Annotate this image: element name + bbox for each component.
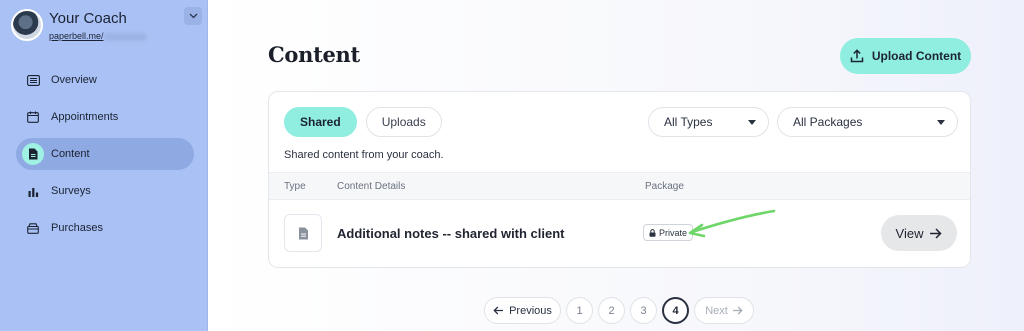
arrow-right-icon <box>732 306 743 315</box>
sidebar: Your Coach paperbell.me/ Overview Appoin… <box>0 0 208 331</box>
sidebar-item-label: Purchases <box>51 222 103 234</box>
upload-icon <box>850 49 864 63</box>
content-description: Shared content from your coach. <box>284 149 444 161</box>
page-button-3[interactable]: 3 <box>630 297 657 324</box>
view-button[interactable]: View <box>881 215 957 251</box>
brand[interactable]: Your Coach paperbell.me/ <box>11 9 146 41</box>
view-button-label: View <box>895 225 924 241</box>
page-button-2[interactable]: 2 <box>598 297 625 324</box>
table-row: Additional notes -- shared with client P… <box>269 200 970 267</box>
sidebar-nav: Overview Appointments Content Surveys Pu… <box>16 64 194 249</box>
sidebar-item-overview[interactable]: Overview <box>16 64 194 96</box>
pagination: Previous 1 2 3 4 Next <box>484 297 754 324</box>
upload-content-button[interactable]: Upload Content <box>840 38 971 74</box>
table-header: Type Content Details Package <box>269 172 970 200</box>
list-icon <box>26 73 40 87</box>
content-card: Shared Uploads All Types All Packages Sh… <box>268 91 971 268</box>
column-header-details: Content Details <box>337 181 406 192</box>
upload-content-label: Upload Content <box>871 49 962 63</box>
main-content: Content Upload Content Shared Uploads Al… <box>208 0 1024 331</box>
redacted-blur <box>103 32 146 41</box>
type-filter-select[interactable]: All Types <box>648 107 769 137</box>
brand-url[interactable]: paperbell.me/ <box>49 31 146 41</box>
content-title: Additional notes -- shared with client <box>337 226 565 241</box>
sidebar-item-label: Content <box>51 148 90 160</box>
sidebar-item-label: Surveys <box>51 185 91 197</box>
sidebar-item-purchases[interactable]: Purchases <box>16 212 194 244</box>
annotation-arrow-icon <box>688 209 776 238</box>
page-button-4[interactable]: 4 <box>662 297 689 324</box>
next-label: Next <box>705 304 728 317</box>
sidebar-toggle-button[interactable] <box>184 7 202 25</box>
tab-shared[interactable]: Shared <box>284 107 357 137</box>
sidebar-item-appointments[interactable]: Appointments <box>16 101 194 133</box>
package-filter-value: All Packages <box>793 115 863 129</box>
document-icon <box>22 143 44 165</box>
package-filter-select[interactable]: All Packages <box>777 107 958 137</box>
sidebar-item-content[interactable]: Content <box>16 138 194 170</box>
caret-down-icon <box>937 120 945 125</box>
lock-icon <box>649 228 656 237</box>
tab-uploads[interactable]: Uploads <box>365 107 442 137</box>
brand-name: Your Coach <box>49 10 127 27</box>
content-tabs: Shared Uploads <box>284 107 451 137</box>
arrow-left-icon <box>493 306 504 315</box>
column-header-type: Type <box>284 181 306 192</box>
next-page-button[interactable]: Next <box>694 297 754 324</box>
brand-url-text: paperbell.me/ <box>49 31 104 41</box>
previous-label: Previous <box>509 304 552 317</box>
file-icon <box>284 214 322 252</box>
previous-page-button[interactable]: Previous <box>484 297 561 324</box>
caret-down-icon <box>748 120 756 125</box>
box-icon <box>26 221 40 235</box>
avatar <box>11 9 43 41</box>
calendar-icon <box>26 110 40 124</box>
chevron-down-icon <box>189 13 197 19</box>
type-filter-value: All Types <box>664 115 713 129</box>
page-title: Content <box>268 42 360 67</box>
sidebar-item-surveys[interactable]: Surveys <box>16 175 194 207</box>
arrow-right-icon <box>930 227 943 239</box>
bar-chart-icon <box>26 184 40 198</box>
sidebar-item-label: Overview <box>51 74 97 86</box>
column-header-package: Package <box>645 181 684 192</box>
sidebar-item-label: Appointments <box>51 111 119 123</box>
page-button-1[interactable]: 1 <box>566 297 593 324</box>
